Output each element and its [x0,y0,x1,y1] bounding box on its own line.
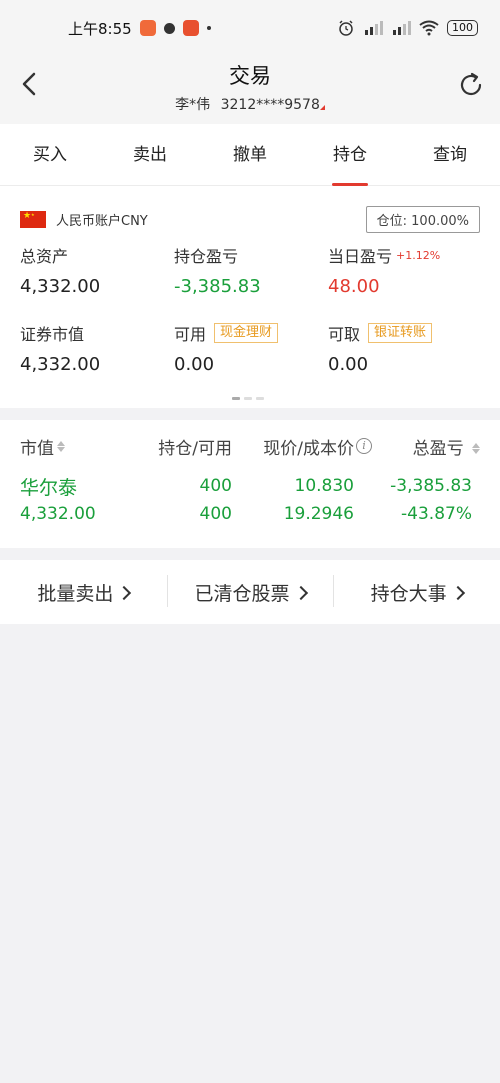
card-pager [232,397,264,400]
tab-cancel[interactable]: 撤单 [200,124,300,186]
sort-icon [57,440,65,452]
available-value: 0.00 [174,354,215,375]
action-bar: 批量卖出 已清仓股票 持仓大事 [0,560,500,624]
nav-bar: 交易 李*伟 3212****9578 [0,56,500,124]
position-events-label: 持仓大事 [370,582,447,605]
tab-positions[interactable]: 持仓 [300,124,400,186]
sort-total-pl[interactable]: 总盈亏 [372,434,480,459]
nav-center: 交易 李*伟 3212****9578 [175,60,325,114]
account-selector[interactable]: 李*伟 3212****9578 [175,94,325,114]
dropdown-triangle-icon [319,105,325,110]
holdings-header: 市值 持仓/可用 现价/成本价 i 总盈亏 [0,420,500,472]
holding-row[interactable]: 华尔泰 400 10.830 -3,385.83 4,332.00 400 19… [0,472,500,528]
stock-cost-price: 19.2946 [283,504,354,524]
stock-total-pl: -3,385.83 [390,476,472,496]
header-price-group: 现价/成本价 i [232,434,372,459]
pager-dot [256,397,264,400]
stat-market-value: 证券市值 4,332.00 [20,322,174,400]
stock-name: 华尔泰 [20,476,78,499]
stat-daily-pl: 当日盈亏 +1.12% 48.00 [328,244,480,322]
wifi-icon [419,20,439,36]
stock-market-value: 4,332.00 [20,504,96,524]
holding-row-line-1: 华尔泰 400 10.830 -3,385.83 [20,472,472,500]
total-assets-label: 总资产 [20,247,69,266]
position-ratio-badge: 仓位: 100.00% [365,205,480,233]
daily-pl-value: 48.00 [328,276,380,297]
holding-pl-label: 持仓盈亏 [174,247,239,266]
back-arrow-icon[interactable] [16,70,44,98]
pager-dot-active [232,397,240,400]
info-icon[interactable]: i [356,438,372,454]
withdrawable-value: 0.00 [328,354,369,375]
available-label: 可用 [174,325,207,344]
batch-sell-label: 批量卖出 [37,582,114,605]
cleared-stocks-button[interactable]: 已清仓股票 [166,574,334,607]
position-events-button[interactable]: 持仓大事 [333,574,500,607]
stat-total-assets: 总资产 4,332.00 [20,244,174,322]
account-row: ★ ★ 人民币账户CNY 仓位: 100.00% [20,204,480,234]
top-area: 上午8:55 100 交易 李*伟 3212****9578 [0,0,500,124]
more-notifications-icon [206,26,211,30]
stat-holding-pl: 持仓盈亏 -3,385.83 [174,244,328,322]
header-market-value: 市值 [20,438,54,459]
cleared-stocks-label: 已清仓股票 [194,582,290,605]
withdrawable-label: 可取 [328,325,361,344]
notification-app-icon [139,20,156,36]
chevron-right-icon [117,585,132,600]
notification-broker-icon [182,20,199,36]
alarm-icon [339,20,353,36]
page-title: 交易 [229,64,271,88]
stock-total-pl-pct: -43.87% [401,504,472,524]
pager-dot [244,397,252,400]
account-name: 李*伟 [175,97,211,113]
stat-withdrawable: 可取 银证转账 0.00 [328,322,480,400]
holding-row-line-2: 4,332.00 400 19.2946 -43.87% [20,500,472,528]
stock-available: 400 [199,504,232,524]
withdrawable-label-row: 可取 银证转账 [328,322,480,344]
market-value-label: 证券市值 [20,325,85,344]
tab-query[interactable]: 查询 [400,124,500,186]
stat-available: 可用 现金理财 0.00 [174,322,328,400]
holding-pl-value: -3,385.83 [174,276,261,297]
available-label-row: 可用 现金理财 [174,322,328,344]
trade-tabs: 买入 卖出 撤单 持仓 查询 [0,124,500,186]
holdings-table: 市值 持仓/可用 现价/成本价 i 总盈亏 华尔泰 400 10.830 -3,… [0,420,500,548]
battery-indicator: 100 [447,20,478,36]
account-number: 3212****9578 [220,97,320,113]
stock-position: 400 [199,476,232,496]
status-bar: 上午8:55 100 [0,0,500,56]
header-position: 持仓/可用 [158,438,232,459]
notification-dot-icon [163,22,175,34]
total-assets-value: 4,332.00 [20,276,101,297]
cash-management-button[interactable]: 现金理财 [214,323,279,343]
daily-pl-label: 当日盈亏 [328,247,393,266]
refresh-icon[interactable] [456,70,486,100]
status-right: 100 [337,19,478,37]
daily-pl-label-row: 当日盈亏 +1.12% [328,244,480,266]
account-summary-card: ★ ★ 人民币账户CNY 仓位: 100.00% 总资产 4,332.00 持仓盈… [0,186,500,408]
status-time: 上午8:55 [68,19,132,38]
chevron-right-icon [450,585,465,600]
chevron-right-icon [293,585,308,600]
bank-transfer-button[interactable]: 银证转账 [368,323,433,343]
batch-sell-button[interactable]: 批量卖出 [0,579,167,606]
header-total-pl: 总盈亏 [412,438,464,459]
daily-pl-percent: +1.12% [396,248,441,262]
header-price: 现价/成本价 [263,438,354,459]
signal-2-icon [393,21,411,35]
tab-buy[interactable]: 买入 [0,124,100,186]
sort-market-value[interactable]: 市值 [20,434,140,459]
tab-sell[interactable]: 卖出 [100,124,200,186]
signal-1-icon [365,21,383,35]
china-flag-icon: ★ ★ [20,210,46,228]
market-value-value: 4,332.00 [20,354,101,375]
stock-current-price: 10.830 [294,476,354,496]
sort-icon [472,442,480,454]
stats-grid: 总资产 4,332.00 持仓盈亏 -3,385.83 当日盈亏 +1.12% … [20,244,480,400]
account-currency-label: 人民币账户CNY [56,213,148,229]
